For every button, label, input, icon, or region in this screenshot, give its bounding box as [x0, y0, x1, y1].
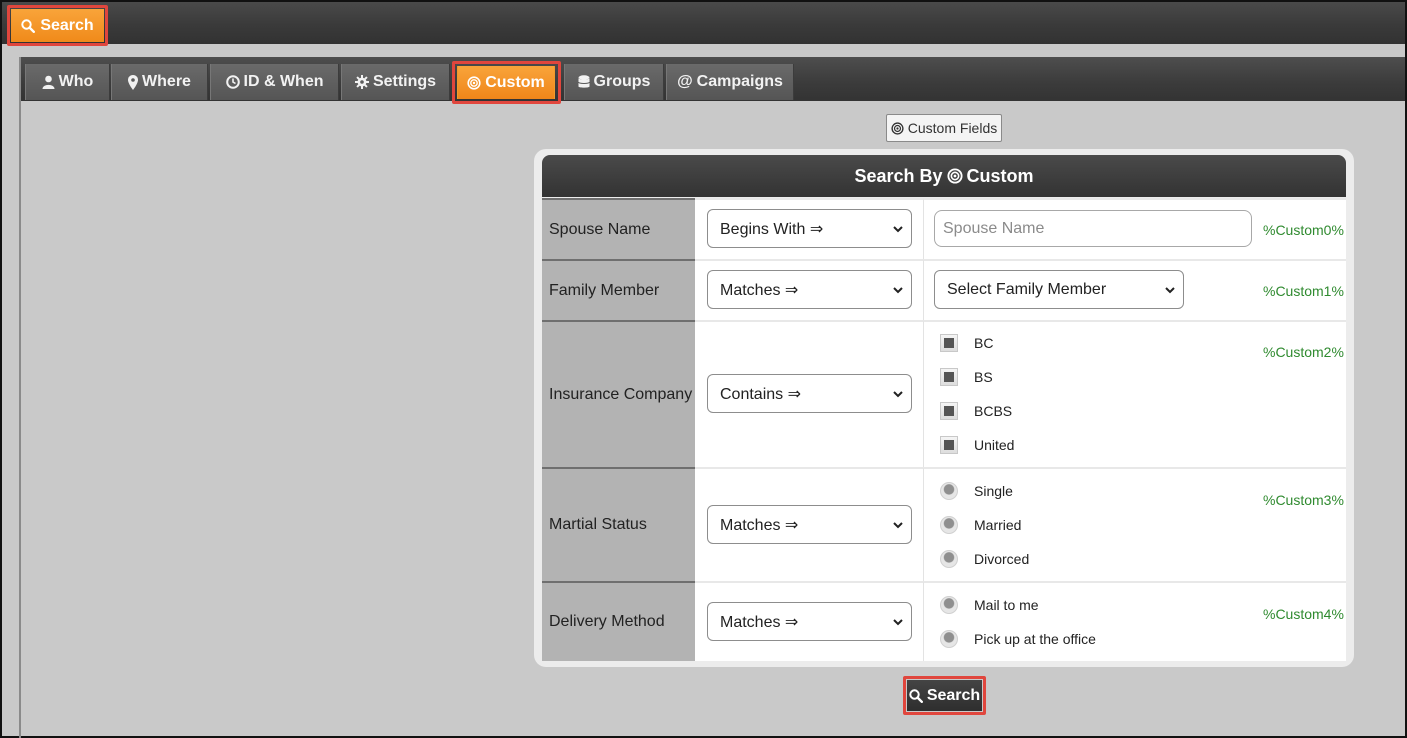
- radio-button[interactable]: [940, 596, 958, 614]
- chevron-down-icon: [893, 618, 903, 625]
- radio-button[interactable]: [940, 630, 958, 648]
- tab-campaigns[interactable]: @ Campaigns: [666, 64, 794, 100]
- radio-option[interactable]: Pick up at the office: [940, 628, 1096, 650]
- target-icon: [891, 121, 904, 135]
- radio-option[interactable]: Single: [940, 480, 1013, 502]
- checkbox[interactable]: [940, 436, 958, 454]
- tab-id-when[interactable]: ID & When: [210, 64, 339, 100]
- user-icon: [42, 75, 55, 89]
- spouse-name-input[interactable]: [934, 210, 1252, 247]
- delivery-method-operator-select[interactable]: Matches ⇒: [707, 602, 912, 641]
- tab-campaigns-label: Campaigns: [696, 73, 783, 90]
- tab-groups[interactable]: Groups: [564, 64, 664, 100]
- chevron-down-icon: [893, 390, 903, 397]
- clock-icon: [225, 75, 240, 89]
- gear-icon: [354, 75, 369, 89]
- checkbox[interactable]: [940, 368, 958, 386]
- bottom-search-label: Search: [926, 686, 981, 704]
- top-search-label: Search: [40, 16, 94, 34]
- row-label-insurance-company: Insurance Company: [542, 320, 695, 467]
- radio-button[interactable]: [940, 550, 958, 568]
- checkbox-option[interactable]: BC: [940, 332, 993, 354]
- custom2-token: %Custom2%: [1263, 344, 1344, 360]
- search-icon: [21, 18, 36, 33]
- custom-fields-button[interactable]: Custom Fields: [886, 114, 1002, 142]
- chevron-down-icon: [893, 521, 903, 528]
- content-border: [19, 57, 21, 738]
- panel-title-prefix: Search By: [854, 165, 943, 186]
- radio-option[interactable]: Mail to me: [940, 594, 1039, 616]
- chevron-down-icon: [1165, 286, 1175, 293]
- bottom-search-button[interactable]: Search: [907, 680, 982, 711]
- target-icon: [946, 168, 963, 184]
- row-label-family-member: Family Member: [542, 259, 695, 320]
- radio-button[interactable]: [940, 482, 958, 500]
- family-member-operator-select[interactable]: Matches ⇒: [707, 270, 912, 309]
- row-label-delivery-method: Delivery Method: [542, 581, 695, 661]
- custom1-token: %Custom1%: [1263, 283, 1344, 299]
- tab-id-when-label: ID & When: [243, 73, 324, 90]
- row-label-martial-status: Martial Status: [542, 467, 695, 581]
- search-icon: [909, 688, 923, 703]
- chevron-down-icon: [893, 286, 903, 293]
- family-member-value-select[interactable]: Select Family Member: [934, 270, 1184, 309]
- checkbox-option[interactable]: United: [940, 434, 1014, 456]
- custom-fields-label: Custom Fields: [907, 120, 998, 136]
- checkbox[interactable]: [940, 334, 958, 352]
- custom4-token: %Custom4%: [1263, 606, 1344, 622]
- tab-settings[interactable]: Settings: [341, 64, 450, 100]
- checkbox[interactable]: [940, 402, 958, 420]
- panel-title: Search By Custom: [542, 155, 1346, 197]
- custom3-token: %Custom3%: [1263, 492, 1344, 508]
- checkbox-option[interactable]: BCBS: [940, 400, 1012, 422]
- radio-option[interactable]: Divorced: [940, 548, 1029, 570]
- panel-title-suffix: Custom: [966, 165, 1034, 186]
- database-icon: [577, 75, 590, 89]
- tab-where[interactable]: Where: [111, 64, 208, 100]
- tab-where-label: Where: [142, 73, 191, 90]
- chevron-down-icon: [893, 225, 903, 232]
- tab-settings-label: Settings: [372, 73, 437, 90]
- radio-button[interactable]: [940, 516, 958, 534]
- insurance-company-operator-select[interactable]: Contains ⇒: [707, 374, 912, 413]
- checkbox-option[interactable]: BS: [940, 366, 993, 388]
- tab-who-label: Who: [58, 73, 94, 90]
- map-pin-icon: [128, 74, 139, 90]
- tab-groups-label: Groups: [593, 73, 651, 90]
- radio-option[interactable]: Married: [940, 514, 1021, 536]
- spouse-name-operator-select[interactable]: Begins With ⇒: [707, 209, 912, 248]
- row-label-spouse-name: Spouse Name: [542, 198, 695, 259]
- custom0-token: %Custom0%: [1263, 222, 1344, 238]
- top-toolbar: [2, 2, 1405, 44]
- tab-custom-highlight: [452, 61, 561, 104]
- martial-status-operator-select[interactable]: Matches ⇒: [707, 505, 912, 544]
- tab-who[interactable]: Who: [25, 64, 110, 100]
- top-search-button[interactable]: Search: [11, 9, 104, 42]
- at-icon: @: [677, 73, 693, 90]
